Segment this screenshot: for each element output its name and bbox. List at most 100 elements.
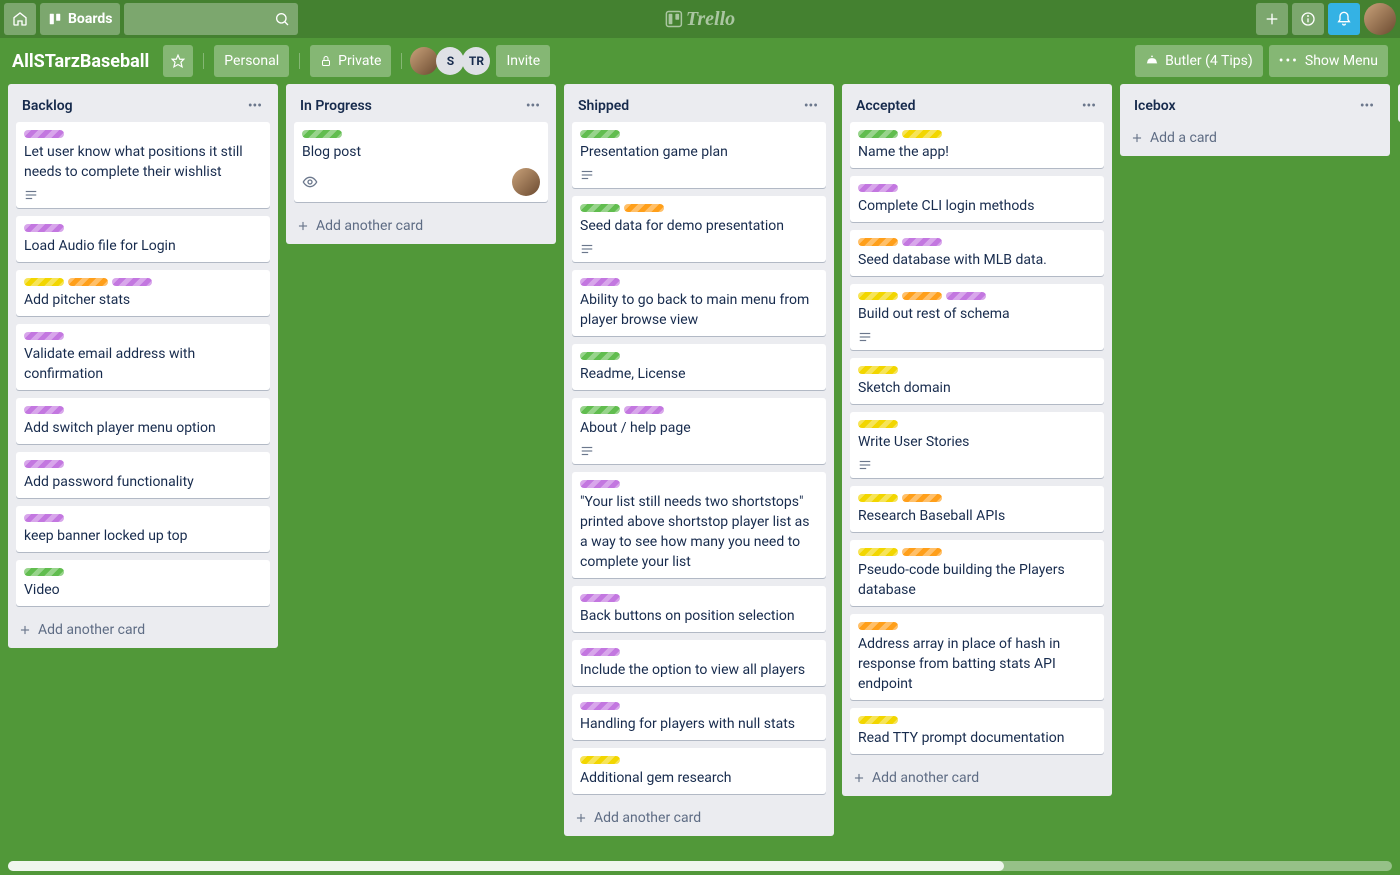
board-canvas[interactable]: Backlog ••• Let user know what positions i… — [0, 84, 1400, 861]
card[interactable]: Back buttons on position selection — [572, 586, 826, 632]
label-purple[interactable] — [902, 238, 942, 246]
label-purple[interactable] — [24, 406, 64, 414]
team-button[interactable]: Personal — [214, 45, 289, 77]
label-yellow[interactable] — [858, 716, 898, 724]
label-yellow[interactable] — [902, 130, 942, 138]
add-card-button[interactable]: Add another card — [8, 614, 278, 648]
list-menu-button[interactable]: ••• — [796, 94, 826, 118]
label-purple[interactable] — [24, 130, 64, 138]
card[interactable]: Pseudo-code building the Players databas… — [850, 540, 1104, 606]
label-purple[interactable] — [946, 292, 986, 300]
card[interactable]: Build out rest of schema — [850, 284, 1104, 350]
label-purple[interactable] — [624, 406, 664, 414]
label-yellow[interactable] — [858, 494, 898, 502]
label-yellow[interactable] — [858, 420, 898, 428]
user-avatar[interactable] — [1364, 3, 1396, 35]
list-menu-button[interactable]: ••• — [1352, 94, 1382, 118]
list-title[interactable]: Icebox — [1134, 98, 1176, 114]
label-orange[interactable] — [902, 548, 942, 556]
label-green[interactable] — [580, 406, 620, 414]
member-avatar[interactable]: TR — [462, 47, 490, 75]
label-yellow[interactable] — [858, 366, 898, 374]
card[interactable]: Seed data for demo presentation — [572, 196, 826, 262]
label-green[interactable] — [580, 204, 620, 212]
card[interactable]: Name the app! — [850, 122, 1104, 168]
label-purple[interactable] — [580, 594, 620, 602]
card[interactable]: Sketch domain — [850, 358, 1104, 404]
member-avatar[interactable] — [410, 47, 438, 75]
list-title[interactable]: Backlog — [22, 98, 73, 114]
boards-button[interactable]: Boards — [40, 3, 120, 35]
label-purple[interactable] — [24, 460, 64, 468]
label-green[interactable] — [580, 130, 620, 138]
label-orange[interactable] — [68, 278, 108, 286]
label-yellow[interactable] — [858, 548, 898, 556]
label-green[interactable] — [302, 130, 342, 138]
add-card-button[interactable]: Add another card — [564, 802, 834, 836]
card[interactable]: keep banner locked up top — [16, 506, 270, 552]
list-menu-button[interactable]: ••• — [240, 94, 270, 118]
label-orange[interactable] — [858, 238, 898, 246]
board-name[interactable]: AllSTarzBaseball — [12, 51, 149, 72]
label-orange[interactable] — [624, 204, 664, 212]
card[interactable]: Address array in place of hash in respon… — [850, 614, 1104, 700]
card[interactable]: Write User Stories — [850, 412, 1104, 478]
card[interactable]: Research Baseball APIs — [850, 486, 1104, 532]
scrollbar-thumb[interactable] — [8, 861, 1004, 871]
label-orange[interactable] — [902, 494, 942, 502]
label-yellow[interactable] — [580, 756, 620, 764]
invite-button[interactable]: Invite — [496, 45, 550, 77]
card[interactable]: Seed database with MLB data. — [850, 230, 1104, 276]
label-purple[interactable] — [580, 648, 620, 656]
label-green[interactable] — [858, 130, 898, 138]
list-title[interactable]: Accepted — [856, 98, 915, 114]
label-yellow[interactable] — [24, 278, 64, 286]
card[interactable]: Load Audio file for Login — [16, 216, 270, 262]
card[interactable]: Add switch player menu option — [16, 398, 270, 444]
show-menu-button[interactable]: ••• Show Menu — [1269, 45, 1388, 77]
brand-logo[interactable]: Trello — [665, 8, 735, 31]
card[interactable]: Blog post — [294, 122, 548, 202]
card[interactable]: Presentation game plan — [572, 122, 826, 188]
list-title[interactable]: In Progress — [300, 98, 372, 114]
home-button[interactable] — [4, 3, 36, 35]
card[interactable]: Ability to go back to main menu from pla… — [572, 270, 826, 336]
card[interactable]: Add password functionality — [16, 452, 270, 498]
label-purple[interactable] — [24, 514, 64, 522]
label-orange[interactable] — [858, 622, 898, 630]
card[interactable]: Video — [16, 560, 270, 606]
add-card-button[interactable]: Add a card — [1120, 122, 1390, 156]
visibility-button[interactable]: Private — [310, 45, 391, 77]
list-menu-button[interactable]: ••• — [518, 94, 548, 118]
card[interactable]: Handling for players with null stats — [572, 694, 826, 740]
add-card-button[interactable]: Add another card — [842, 762, 1112, 796]
card[interactable]: Additional gem research — [572, 748, 826, 794]
star-board-button[interactable] — [163, 45, 193, 77]
card[interactable]: "Your list still needs two shortstops" p… — [572, 472, 826, 578]
label-purple[interactable] — [24, 332, 64, 340]
butler-button[interactable]: Butler (4 Tips) — [1135, 45, 1263, 77]
search-input[interactable] — [124, 3, 298, 35]
label-purple[interactable] — [24, 224, 64, 232]
member-avatar[interactable]: S — [436, 47, 464, 75]
label-purple[interactable] — [858, 184, 898, 192]
label-yellow[interactable] — [858, 292, 898, 300]
create-button[interactable] — [1256, 3, 1288, 35]
label-green[interactable] — [580, 352, 620, 360]
card[interactable]: Include the option to view all players — [572, 640, 826, 686]
card[interactable]: Complete CLI login methods — [850, 176, 1104, 222]
label-purple[interactable] — [112, 278, 152, 286]
label-purple[interactable] — [580, 278, 620, 286]
card[interactable]: Readme, License — [572, 344, 826, 390]
notifications-button[interactable] — [1328, 3, 1360, 35]
label-green[interactable] — [24, 568, 64, 576]
label-orange[interactable] — [902, 292, 942, 300]
card[interactable]: Let user know what positions it still ne… — [16, 122, 270, 208]
add-card-button[interactable]: Add another card — [286, 210, 556, 244]
list-menu-button[interactable]: ••• — [1074, 94, 1104, 118]
label-purple[interactable] — [580, 480, 620, 488]
card-member-avatar[interactable] — [512, 168, 540, 196]
card[interactable]: Read TTY prompt documentation — [850, 708, 1104, 754]
horizontal-scrollbar[interactable] — [8, 861, 1392, 871]
card[interactable]: Validate email address with confirmation — [16, 324, 270, 390]
